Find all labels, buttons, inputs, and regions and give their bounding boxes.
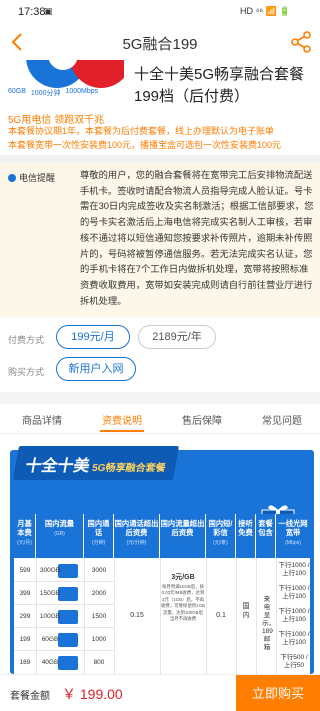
row-fee: 199 <box>19 636 31 643</box>
row-broadband: 下行1000 /上行100 <box>278 608 310 623</box>
tab-underline <box>100 430 144 432</box>
row-broadband: 下行1000 /上行100 <box>278 585 310 600</box>
total-label: 套餐金额 <box>10 691 50 702</box>
header-voice-over: 国内通话超出后资费 (元/分钟) <box>114 514 160 558</box>
header-broadband: 一线光网宽带 (Mbps) <box>276 514 310 558</box>
tab-faq[interactable]: 常见问题 <box>262 412 302 427</box>
detail-tabs: 商品详情 资费说明 售后保障 常见问题 <box>0 404 320 434</box>
banner-title: 十全十美5G畅享融合套餐 <box>13 446 180 480</box>
package-includes: 来电显示，189邮箱 <box>262 596 275 651</box>
buy-now-button[interactable]: 立即购买 <box>236 675 320 711</box>
row-voice: 1500 <box>91 613 107 620</box>
header-flow: 国内流量 (GB) <box>36 514 84 558</box>
tab-fees[interactable]: 资费说明 <box>102 412 142 427</box>
flow-over-fee: 3元/GB <box>171 574 195 581</box>
section-divider <box>0 392 320 404</box>
fee-table-headers: 月基本费 (元/月) 国内流量 (GB) 国内通话 (分钟) 国内通话超出后资费 (元/… <box>14 514 310 558</box>
product-note: 本套餐宽带一次性安装费100元，播播宝盒可选包一次性安装费100元 <box>8 140 282 150</box>
sms-fee: 0.1 <box>216 612 226 619</box>
row-broadband: 下行1000 /上行100 <box>278 631 310 646</box>
fee-banner: 十全十美5G畅享融合套餐 月基本费 (元/月) 国内流量 (GB) 国内通话 (分钟)… <box>0 434 320 674</box>
row-fee: 169 <box>19 659 31 666</box>
banner-title-small: 5G畅享融合套餐 <box>91 463 167 474</box>
payment-monthly-button[interactable]: 199元/月 <box>56 325 130 349</box>
receive-free: 国内 <box>242 603 250 619</box>
header-receive: 接听免费 <box>236 514 256 558</box>
row-flow: 300GB <box>39 567 61 574</box>
row-voice: 3000 <box>91 567 107 574</box>
share-icon[interactable] <box>290 31 312 53</box>
row-voice: 2000 <box>91 590 107 597</box>
fee-table: 月基本费 (元/月) 国内流量 (GB) 国内通话 (分钟) 国内通话超出后资费 (元/… <box>14 514 310 674</box>
row-flow: 150GB <box>39 590 61 597</box>
row-fee: 599 <box>19 567 31 574</box>
spec-voice: 1000分钟 <box>30 90 61 97</box>
row-voice: 1000 <box>91 636 107 643</box>
status-icons: HD ⁴⁶ 📶 🔋 <box>240 6 291 16</box>
header-fee: 月基本费 (元/月) <box>14 514 36 558</box>
notice-text: 尊敬的用户，您的融合套餐将在宽带完工后安排物流配送手机卡。签收时请配合物流人员指… <box>80 170 314 306</box>
info-icon <box>8 173 16 182</box>
header-flow-over: 国内流量超出后资费 <box>160 514 206 558</box>
row-flow: 100GB <box>39 613 61 620</box>
notification-icon: ▣ <box>44 6 53 16</box>
page: 17:38 ▣ HD ⁴⁶ 📶 🔋 5G融合199 60GB 1000分钟 10… <box>0 0 320 711</box>
payment-yearly-button[interactable]: 2189元/年 <box>138 325 216 349</box>
product-name: 十全十美5G畅享融合套餐199档（后付费） <box>134 66 305 105</box>
page-title: 5G融合199 <box>122 36 198 53</box>
banner-background: 十全十美5G畅享融合套餐 月基本费 (元/月) 国内流量 (GB) 国内通话 (分钟)… <box>10 446 314 674</box>
row-broadband: 下行1000 /上行100 <box>278 562 310 577</box>
product-image-specs: 60GB 1000分钟 1000Mbps <box>8 88 124 101</box>
section-divider <box>0 155 320 163</box>
row-fee: 299 <box>19 613 31 620</box>
payment-label: 付费方式 <box>8 335 45 345</box>
row-voice: 800 <box>93 659 105 666</box>
spec-bandwidth: 1000Mbps <box>65 88 99 95</box>
fee-table-body: 599 300GB 3000 下行1000 /上行100 399 150GB 2… <box>14 558 310 674</box>
product-notes: 本套餐协议期1年，本套餐为后付费套餐，线上办理默认为电子账单 本套餐宽带一次性安… <box>8 124 318 152</box>
header-sms: 国内短/彩信 (元/条) <box>206 514 236 558</box>
telecom-notice: 电信提醒 尊敬的用户，您的融合套餐将在宽带完工后安排物流配送手机卡。签收时请配合… <box>0 163 320 317</box>
status-time: 17:38 <box>18 6 46 18</box>
product-note: 本套餐协议期1年，本套餐为后付费套餐，线上办理默认为电子账单 <box>8 126 275 136</box>
nav-bar: 5G融合199 <box>0 24 320 60</box>
tab-aftersale[interactable]: 售后保障 <box>182 412 222 427</box>
spec-flow: 60GB <box>8 88 26 95</box>
banner-title-big: 十全十美 <box>23 458 91 475</box>
row-broadband: 下行500 /上行50 <box>280 654 308 669</box>
purchase-label: 购买方式 <box>8 367 45 377</box>
row-flow: 40GB <box>41 659 59 666</box>
flow-over-note: 每月用满10GB后，按0.03元/MB收费，达到3元（1GB）后，不再收费，可继… <box>161 584 205 622</box>
new-user-button[interactable]: 新用户入网 <box>56 357 136 381</box>
tab-details[interactable]: 商品详情 <box>22 412 62 427</box>
notice-label-wrap: 电信提醒 <box>8 171 55 184</box>
header-voice: 国内通话 (分钟) <box>84 514 114 558</box>
voice-over-fee: 0.15 <box>130 612 144 619</box>
row-fee: 399 <box>19 590 31 597</box>
status-bar: 17:38 ▣ HD ⁴⁶ 📶 🔋 <box>0 0 320 24</box>
total-price: ￥ 199.00 <box>62 686 123 702</box>
notice-label: 电信提醒 <box>19 173 56 183</box>
bottom-bar: 套餐金额 ￥ 199.00 立即购买 <box>0 674 320 711</box>
header-package: 套餐包含 <box>256 514 276 558</box>
row-flow: 60GB <box>41 636 59 643</box>
